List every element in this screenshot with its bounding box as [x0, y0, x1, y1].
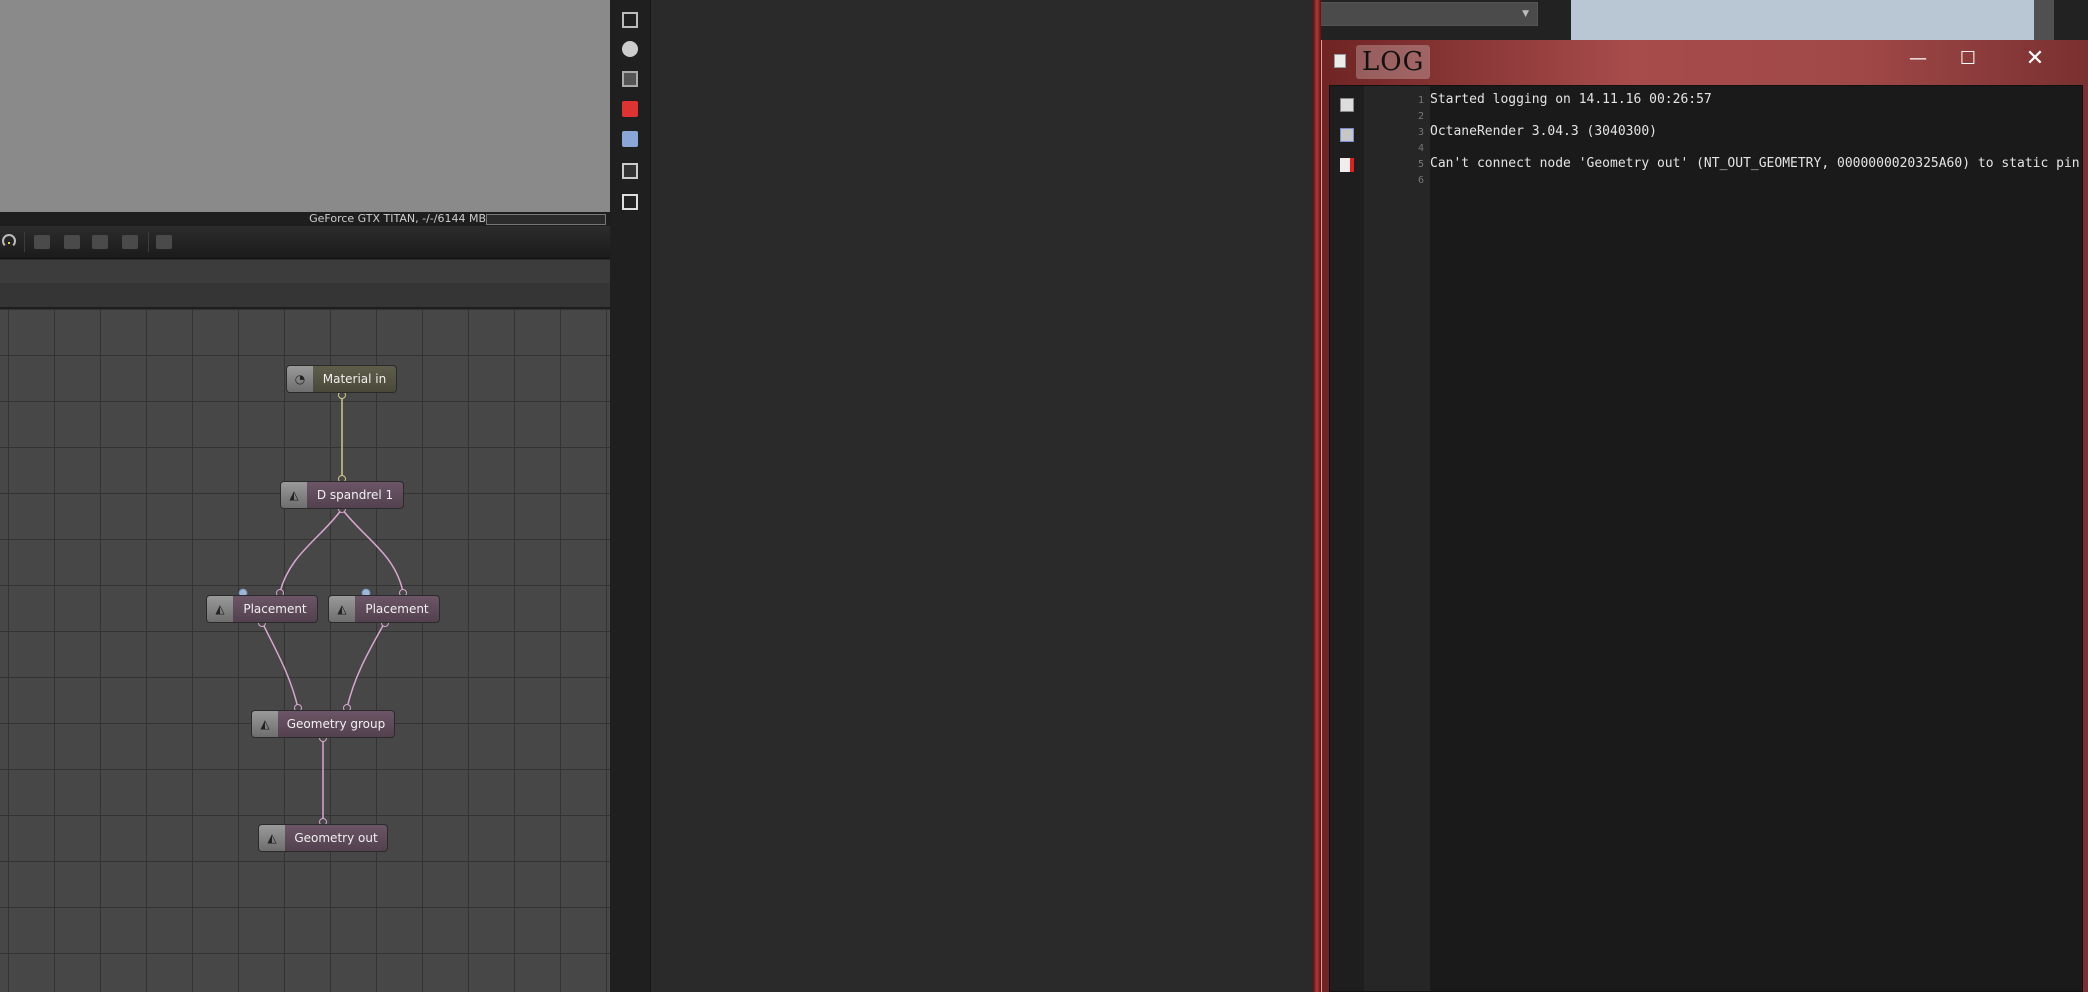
node-placement-left[interactable]: ◭ Placement [206, 595, 318, 623]
geometry-icon[interactable] [622, 131, 638, 147]
log-line: Can't connect node 'Geometry out' (NT_OU… [1430, 156, 2082, 171]
geometry-node-icon: ◭ [281, 482, 307, 508]
geometry-node-icon: ◭ [207, 596, 233, 622]
node-label: Geometry out [294, 831, 378, 845]
log-titlebar[interactable]: LOG — ☐ ✕ [1322, 40, 2088, 80]
log-window: LOG — ☐ ✕ 1 2 3 4 5 6 Started logging on… [1321, 40, 2088, 992]
geometry-node-icon: ◭ [252, 711, 278, 737]
log-content-frame: 1 2 3 4 5 6 Started logging on 14.11.16 … [1329, 85, 2083, 992]
side-toolbar [610, 0, 651, 992]
close-button[interactable]: ✕ [2012, 44, 2058, 72]
wire-placement-right-to-group [346, 621, 386, 709]
lock-icon[interactable] [156, 235, 172, 249]
gpu-memory-meter [486, 214, 606, 225]
wire-displacement-to-placement-right [341, 508, 404, 593]
region-render-icon[interactable] [122, 235, 138, 249]
background-panel [1571, 0, 2051, 40]
node-placement-right[interactable]: ◭ Placement [328, 595, 440, 623]
render-viewport[interactable] [0, 0, 610, 212]
line-number: 2 [1417, 111, 1424, 122]
line-number: 3 [1417, 127, 1424, 138]
graph-tab-strip [0, 283, 610, 309]
render-target-icon[interactable] [622, 12, 638, 28]
document-icon [1334, 54, 1346, 68]
render-speed-icon[interactable] [2, 234, 16, 248]
wire-displacement-to-placement-left [279, 508, 343, 593]
wire-placement-left-to-group [261, 621, 299, 709]
node-label: Placement [365, 602, 429, 616]
minimize-button[interactable]: — [1895, 44, 1941, 72]
copy-render-icon[interactable] [92, 235, 108, 249]
node-label: Material in [322, 372, 387, 386]
background-dropdown[interactable]: ▼ [1320, 2, 1538, 26]
node-wires [238, 391, 407, 826]
line-number: 6 [1417, 175, 1424, 186]
toolbar-separator [24, 232, 25, 252]
node-geometry-group[interactable]: ◭ Geometry group [251, 710, 395, 738]
line-number-gutter: 1 2 3 4 5 6 [1364, 86, 1430, 991]
panel-header [0, 260, 610, 283]
maximize-button[interactable]: ☐ [1945, 44, 1991, 72]
log-line: Started logging on 14.11.16 00:26:57 [1430, 92, 1712, 107]
render-toolbar [0, 226, 610, 259]
geometry-node-icon: ◭ [259, 825, 285, 851]
texture-node-icon: ◔ [287, 366, 313, 392]
gpu-status-label: GeForce GTX TITAN, -/-/6144 MB [309, 212, 486, 225]
log-text-area[interactable]: Started logging on 14.11.16 00:26:57 Oct… [1430, 86, 2082, 991]
save-icon[interactable] [1340, 98, 1354, 112]
copy-icon[interactable] [1340, 128, 1354, 142]
log-action-bar [1330, 86, 1365, 991]
node-material-in[interactable]: ◔ Material in [286, 365, 397, 393]
window-title: LOG [1356, 45, 1431, 79]
background-scrollbar[interactable] [2034, 0, 2054, 40]
camera-icon[interactable] [622, 71, 638, 87]
node-geometry-out[interactable]: ◭ Geometry out [258, 824, 388, 852]
line-number: 1 [1417, 95, 1424, 106]
chevron-down-icon: ▼ [1522, 9, 1529, 19]
render-kernel-icon[interactable] [622, 101, 638, 117]
clear-log-icon[interactable] [1340, 158, 1354, 172]
line-number: 5 [1417, 159, 1424, 170]
image-icon[interactable] [622, 163, 638, 179]
light-icon[interactable] [622, 194, 638, 210]
toolbar-separator [148, 232, 149, 252]
node-label: Geometry group [286, 717, 386, 731]
log-line: OctaneRender 3.04.3 (3040300) [1430, 124, 1657, 139]
node-displacement[interactable]: ◭ D spandrel 1 [280, 481, 404, 509]
gpu-status-bar: GeForce GTX TITAN, -/-/6144 MB [0, 212, 610, 226]
line-number: 4 [1417, 143, 1424, 154]
node-graph-editor[interactable]: ◔ Material in ◭ D spandrel 1 ◭ Placement… [0, 309, 610, 992]
node-label: D spandrel 1 [316, 488, 394, 502]
export-passes-icon[interactable] [64, 235, 80, 249]
geometry-node-icon: ◭ [329, 596, 355, 622]
window-frame-edge [1313, 0, 1321, 992]
clock-icon[interactable] [622, 41, 638, 57]
save-render-icon[interactable] [34, 235, 50, 249]
node-label: Placement [243, 602, 307, 616]
empty-panel [651, 0, 1313, 992]
